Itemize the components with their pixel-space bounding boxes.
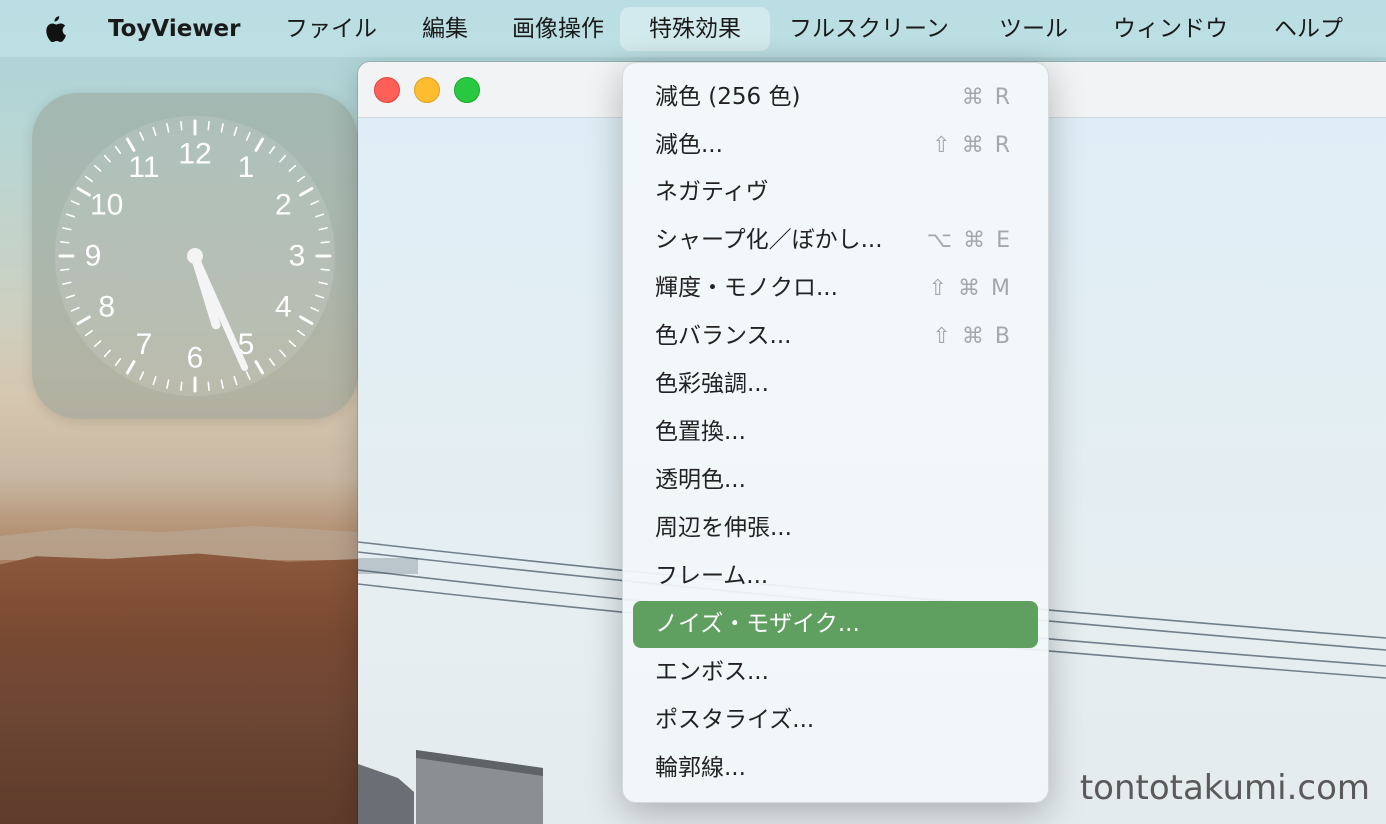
clock-tick (180, 381, 183, 392)
menu-item-label: フレーム... (655, 563, 769, 589)
menu-file[interactable]: ファイル (285, 7, 377, 51)
watermark-text: tontotakumi.com (1079, 768, 1370, 808)
menu-fullscreen[interactable]: フルスクリーン (789, 7, 949, 51)
menu-special-effects[interactable]: 特殊効果 (620, 7, 770, 51)
menu-item-negative[interactable]: ネガティヴ (633, 169, 1038, 216)
clock-center-pin (187, 248, 203, 264)
menu-item-label: 周辺を伸張... (655, 515, 792, 541)
menu-item-label: 透明色... (655, 467, 746, 493)
close-window-button[interactable] (374, 77, 400, 103)
menu-item-outline[interactable]: 輪郭線... (633, 745, 1038, 792)
menu-item-posterize[interactable]: ポスタライズ... (633, 697, 1038, 744)
wallpaper-far-mesa (0, 526, 360, 560)
menu-item-label: 色彩強調... (655, 371, 769, 397)
menu-item-label: 輝度・モノクロ... (655, 275, 838, 301)
menu-item-label: 色バランス... (655, 323, 792, 349)
menu-item-sharpen-blur[interactable]: シャープ化／ぼかし... ⌥ ⌘ E (633, 217, 1038, 264)
clock-tick (207, 381, 210, 392)
menu-item-noise-mosaic[interactable]: ノイズ・モザイク... (633, 601, 1038, 648)
menu-item-emboss[interactable]: エンボス... (633, 649, 1038, 696)
menu-item-reduce-color-256[interactable]: 減色 (256 色) ⌘ R (633, 74, 1038, 121)
menu-tools[interactable]: ツール (999, 7, 1068, 51)
clock-widget[interactable]: 12 1 2 3 4 5 6 7 8 9 10 11 (32, 93, 358, 419)
clock-numeral: 11 (128, 151, 159, 184)
menu-item-transparent-color[interactable]: 透明色... (633, 457, 1038, 504)
wallpaper-mesa (0, 553, 360, 824)
menu-item-label: 色置換... (655, 419, 746, 445)
menu-item-label: ポスタライズ... (655, 707, 815, 733)
clock-numeral: 8 (98, 291, 115, 324)
minimize-window-button[interactable] (414, 77, 440, 103)
clock-numeral: 6 (187, 342, 204, 375)
clock-tick (207, 120, 210, 131)
menu-item-label: ネガティヴ (655, 179, 769, 205)
menu-item-label: シャープ化／ぼかし... (655, 227, 883, 253)
menu-window[interactable]: ウィンドウ (1113, 7, 1228, 51)
clock-numeral: 2 (275, 189, 292, 222)
clock-numeral: 10 (90, 189, 123, 222)
menu-edit[interactable]: 編集 (422, 7, 468, 51)
menu-item-extend-edges[interactable]: 周辺を伸張... (633, 505, 1038, 552)
clock-numeral: 3 (289, 240, 306, 273)
clock-numeral: 7 (136, 328, 153, 361)
clock-numeral: 12 (178, 138, 211, 171)
clock-numeral: 4 (275, 291, 292, 324)
menu-item-label: 減色... (655, 132, 723, 158)
zoom-window-button[interactable] (454, 77, 480, 103)
clock-tick (59, 241, 70, 244)
clock-numeral: 1 (238, 151, 255, 184)
menu-item-reduce-color[interactable]: 減色... ⇧ ⌘ R (633, 122, 1038, 169)
menu-item-shortcut: ⇧ ⌘ M (928, 276, 1012, 301)
menu-item-color-replace[interactable]: 色置換... (633, 409, 1038, 456)
menu-item-shortcut: ⌘ R (961, 85, 1012, 110)
menu-item-shortcut: ⌥ ⌘ E (926, 228, 1012, 253)
apple-logo-icon[interactable] (40, 14, 68, 44)
menu-item-color-enhance[interactable]: 色彩強調... (633, 361, 1038, 408)
menu-item-label: ノイズ・モザイク... (655, 611, 860, 637)
menu-item-frame[interactable]: フレーム... (633, 553, 1038, 600)
analog-clock-icon: 12 1 2 3 4 5 6 7 8 9 10 11 (55, 116, 335, 396)
clock-tick (180, 120, 183, 131)
menu-item-brightness-mono[interactable]: 輝度・モノクロ... ⇧ ⌘ M (633, 265, 1038, 312)
clock-tick (320, 268, 331, 271)
clock-tick (320, 241, 331, 244)
menu-item-label: 輪郭線... (655, 755, 746, 781)
menu-help[interactable]: ヘルプ (1274, 7, 1343, 51)
menu-item-label: 減色 (256 色) (655, 84, 801, 110)
special-effects-dropdown: 減色 (256 色) ⌘ R 減色... ⇧ ⌘ R ネガティヴ シャープ化／ぼ… (622, 62, 1049, 803)
menu-item-color-balance[interactable]: 色バランス... ⇧ ⌘ B (633, 313, 1038, 360)
menu-item-shortcut: ⇧ ⌘ B (932, 324, 1012, 349)
menu-item-label: エンボス... (655, 659, 769, 685)
menu-app-name[interactable]: ToyViewer (108, 7, 241, 51)
menu-bar: ToyViewer ファイル 編集 画像操作 特殊効果 フルスクリーン ツール … (0, 0, 1386, 57)
menu-image-operations[interactable]: 画像操作 (512, 7, 604, 51)
menu-item-shortcut: ⇧ ⌘ R (932, 133, 1012, 158)
clock-numeral: 9 (85, 240, 102, 273)
clock-tick (59, 268, 70, 271)
